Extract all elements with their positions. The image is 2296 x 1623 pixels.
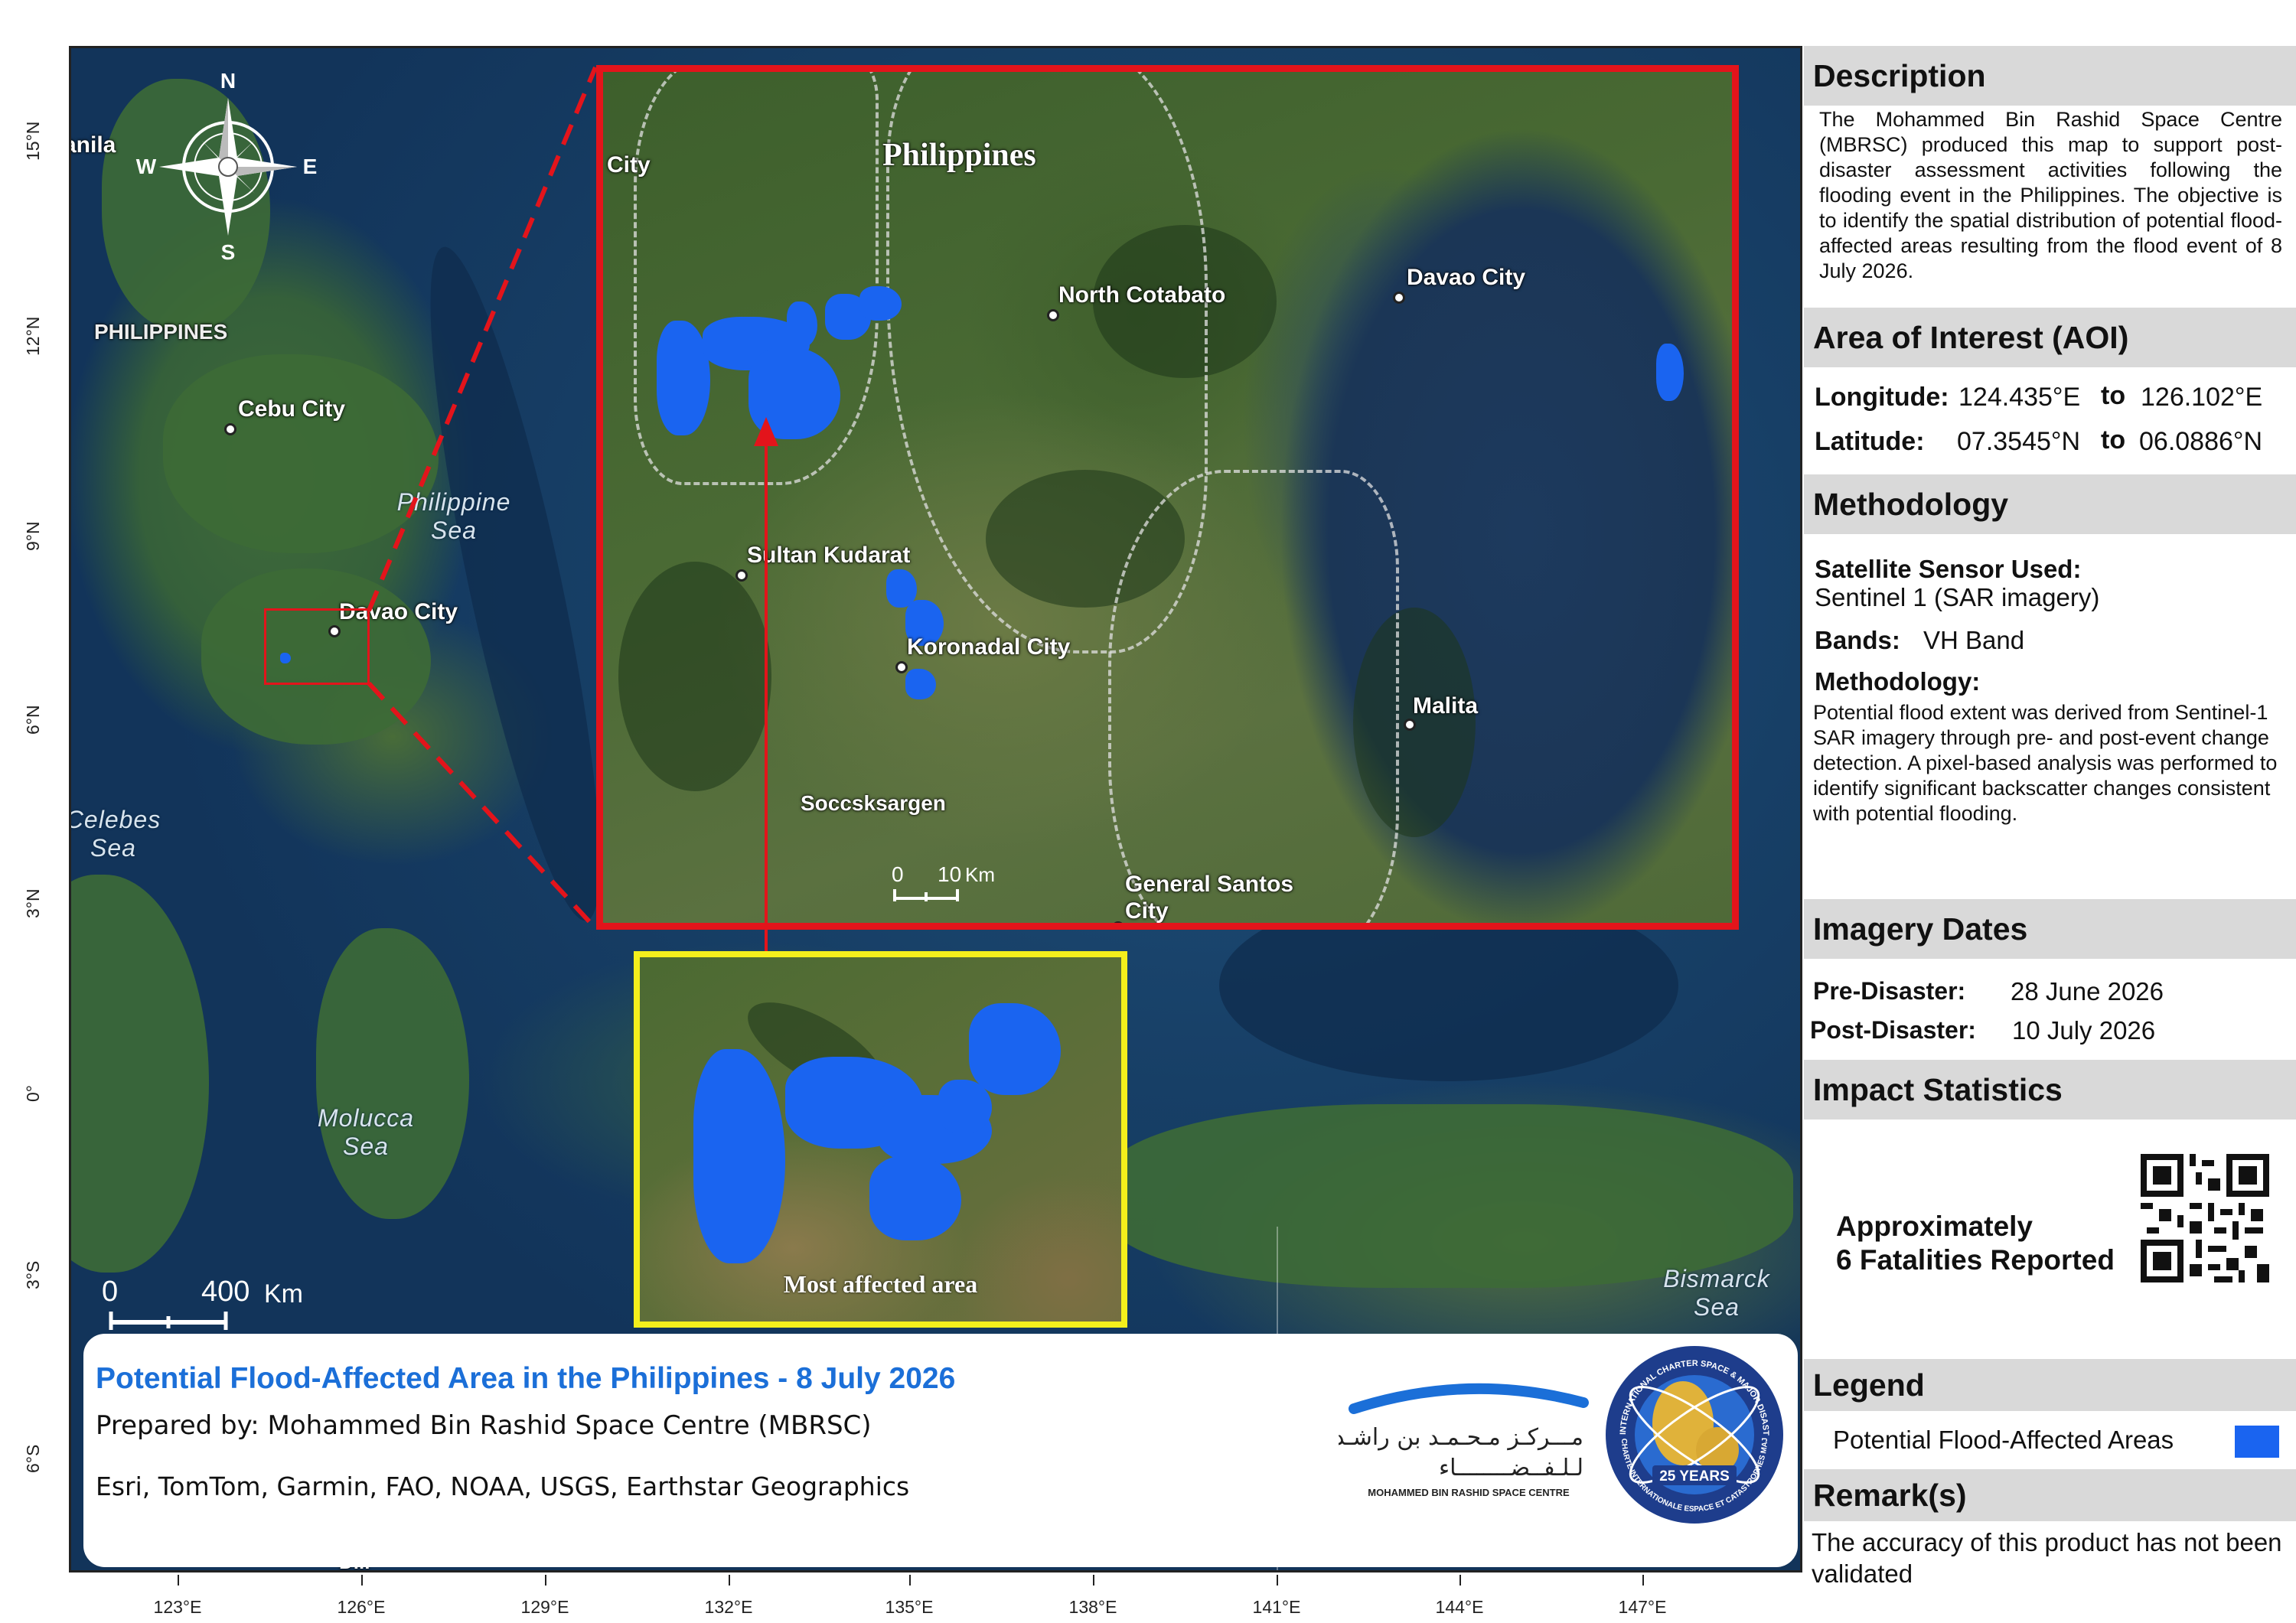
latitude-tick-label: 9°N xyxy=(23,521,43,551)
impact-statistics-header: Impact Statistics xyxy=(1804,1060,2296,1119)
title-box: Potential Flood-Affected Area in the Phi… xyxy=(83,1334,1798,1567)
post-disaster-key: Post-Disaster: xyxy=(1810,1016,1976,1044)
longitude-tick-label: 147°E xyxy=(1618,1597,1667,1617)
most-affected-label: Most affected area xyxy=(783,1270,978,1298)
longitude-tick-label: 141°E xyxy=(1252,1597,1301,1617)
mbrsc-logo-english: MOHAMMED BIN RASHID SPACE CENTRE xyxy=(1368,1487,1570,1498)
longitude-tick-label: 132°E xyxy=(704,1597,753,1617)
latitude-tick-label: 6°N xyxy=(23,705,43,735)
latitude-key: Latitude: xyxy=(1815,427,1925,456)
zoom-flood-patch xyxy=(969,1003,1061,1095)
longitude-from: 124.435°E xyxy=(1958,383,2081,412)
latitude-from: 07.3545°N xyxy=(1957,427,2081,456)
latitude-tick-label: 6°S xyxy=(23,1444,43,1473)
zoom-flood-patch xyxy=(938,1080,992,1133)
qr-code-icon[interactable] xyxy=(2141,1154,2269,1282)
charter-logo-years: 25 YEARS xyxy=(1659,1468,1730,1484)
longitude-tick-label: 123°E xyxy=(153,1597,202,1617)
longitude-tick-mark xyxy=(729,1575,730,1586)
longitude-tick-label: 135°E xyxy=(885,1597,934,1617)
sensor-key: Satellite Sensor Used: xyxy=(1815,555,2082,583)
latitude-tick-label: 0° xyxy=(23,1085,43,1102)
impact-line-1: Approximately xyxy=(1836,1211,2033,1242)
latitude-tick-label: 3°N xyxy=(23,888,43,918)
legend-flood-swatch xyxy=(2235,1426,2279,1458)
impact-line-2: 6 Fatalities Reported xyxy=(1836,1244,2115,1276)
remarks-text: The accuracy of this product has not bee… xyxy=(1812,1528,2282,1589)
longitude-tick-mark xyxy=(178,1575,179,1586)
zoom-flood-patch xyxy=(869,1156,961,1240)
aoi-header: Area of Interest (AOI) xyxy=(1804,308,2296,367)
description-header: Description xyxy=(1804,46,2296,106)
zoom-flood-patch xyxy=(693,1049,785,1263)
latitude-tick-label: 15°N xyxy=(23,121,43,161)
side-panel: Description The Mohammed Bin Rashid Spac… xyxy=(1804,46,2296,1592)
longitude-tick-mark xyxy=(909,1575,911,1586)
longitude-to-word: to xyxy=(2101,381,2126,410)
imagery-dates-header: Imagery Dates xyxy=(1804,899,2296,959)
longitude-tick-label: 126°E xyxy=(337,1597,386,1617)
remarks-header: Remark(s) xyxy=(1804,1469,2296,1521)
bands-value: VH Band xyxy=(1923,626,2025,654)
mbrsc-logo-arabic1: مـــركـز مـحـمـد بن راشـد xyxy=(1339,1424,1583,1451)
methodology-key: Methodology: xyxy=(1815,667,1981,696)
methodology-header: Methodology xyxy=(1804,474,2296,534)
pre-disaster-value: 28 June 2026 xyxy=(2011,977,2164,1005)
mbrsc-logo: مـــركـز مـحـمـد بن راشـد لـلـفــضــــــ… xyxy=(1339,1383,1589,1498)
longitude-tick-mark xyxy=(1277,1575,1278,1586)
international-charter-logo: INTERNATIONAL CHARTER SPACE & MAJOR DISA… xyxy=(1603,1343,1783,1524)
methodology-text: Potential flood extent was derived from … xyxy=(1813,701,2278,825)
longitude-tick-label: 144°E xyxy=(1435,1597,1484,1617)
legend-item-label: Potential Flood-Affected Areas xyxy=(1833,1426,2174,1454)
mbrsc-logo-arabic2: لـلـفــضــــــــاء xyxy=(1439,1455,1583,1481)
longitude-tick-mark xyxy=(1093,1575,1094,1586)
latitude-to-word: to xyxy=(2101,425,2126,455)
longitude-tick-label: 138°E xyxy=(1068,1597,1117,1617)
longitude-tick-label: 129°E xyxy=(520,1597,569,1617)
latitude-to: 06.0886°N xyxy=(2139,427,2263,456)
longitude-tick-mark xyxy=(1642,1575,1644,1586)
longitude-tick-mark xyxy=(361,1575,363,1586)
description-text: The Mohammed Bin Rashid Space Centre (MB… xyxy=(1819,108,2282,282)
prepared-by-text: Prepared by: Mohammed Bin Rashid Space C… xyxy=(96,1410,872,1441)
bands-key: Bands: xyxy=(1815,626,1900,654)
longitude-key: Longitude: xyxy=(1815,383,1949,412)
legend-header: Legend xyxy=(1804,1359,2296,1411)
map-title: Potential Flood-Affected Area in the Phi… xyxy=(96,1362,956,1395)
longitude-tick-mark xyxy=(1459,1575,1461,1586)
longitude-to: 126.102°E xyxy=(2141,383,2263,412)
post-disaster-value: 10 July 2026 xyxy=(2012,1016,2156,1045)
longitude-tick-mark xyxy=(545,1575,546,1586)
latitude-tick-label: 3°S xyxy=(23,1260,43,1289)
sensor-value: Sentinel 1 (SAR imagery) xyxy=(1815,583,2100,611)
pre-disaster-key: Pre-Disaster: xyxy=(1813,977,1966,1005)
data-credits-text: Esri, TomTom, Garmin, FAO, NOAA, USGS, E… xyxy=(96,1471,910,1501)
map-frame[interactable]: Manila PHILIPPINES Cebu City Davao City … xyxy=(69,46,1802,1572)
latitude-tick-label: 12°N xyxy=(23,316,43,356)
most-affected-inset[interactable]: Most affected area xyxy=(634,951,1127,1328)
